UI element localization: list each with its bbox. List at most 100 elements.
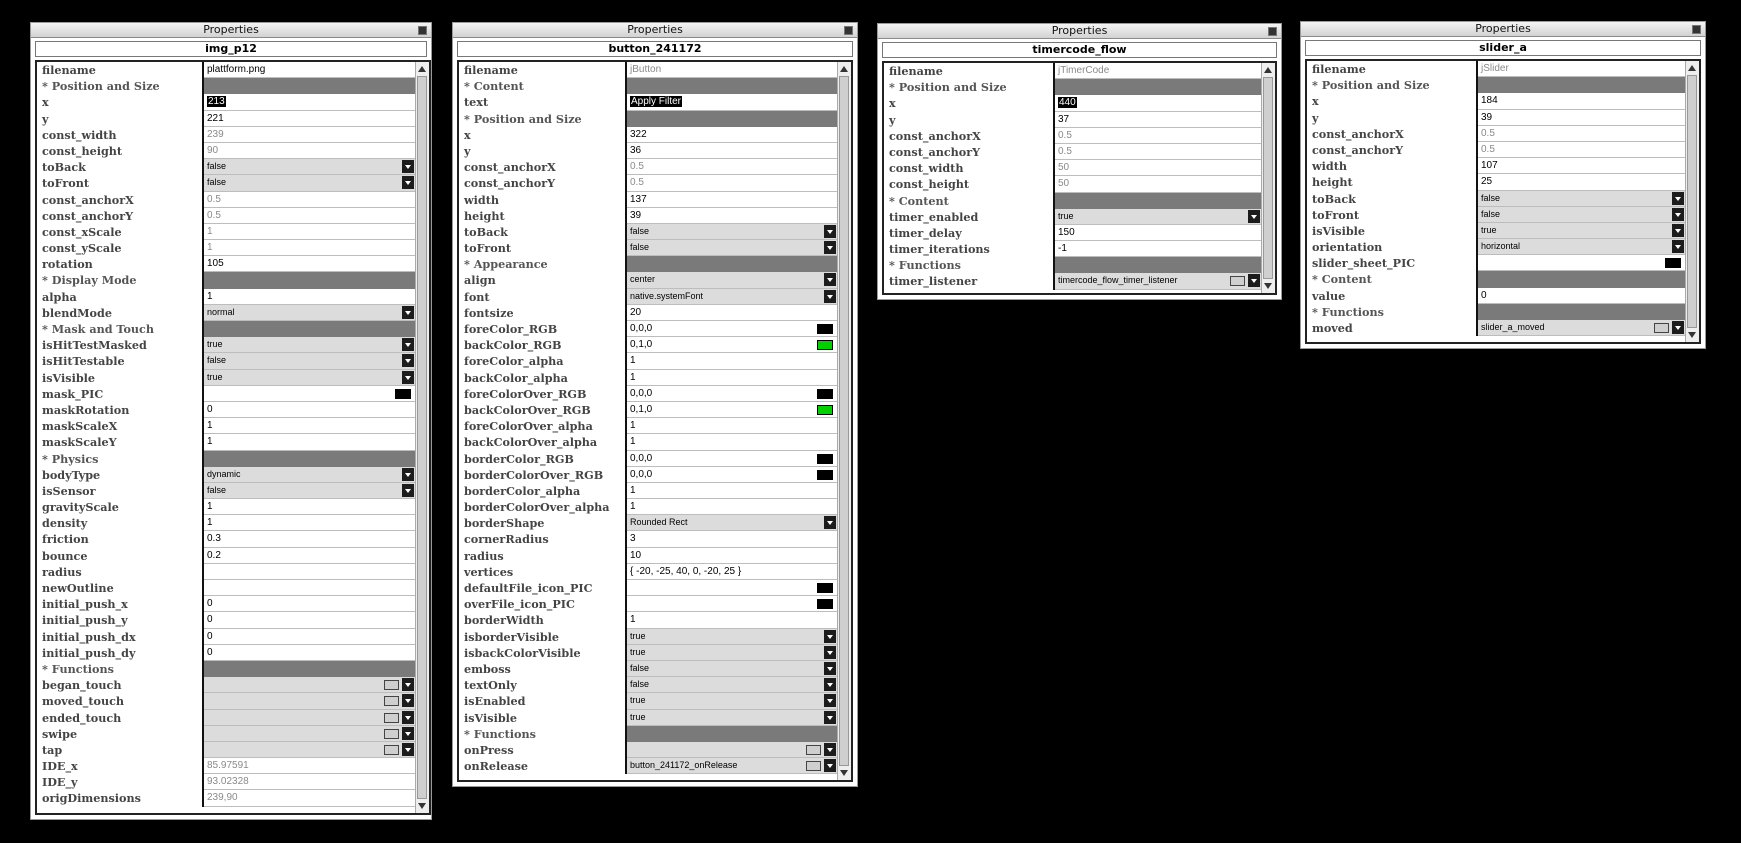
property-value-input[interactable]: Apply Filter <box>627 94 837 111</box>
property-value-input[interactable]: 36 <box>627 142 837 160</box>
color-swatch[interactable] <box>395 388 411 399</box>
dropdown-arrow-icon[interactable] <box>1248 274 1260 288</box>
function-dropdown[interactable] <box>204 725 415 742</box>
property-value-input[interactable]: 0 <box>204 628 415 645</box>
property-value-input[interactable]: 10 <box>627 547 837 564</box>
close-icon[interactable] <box>1268 27 1277 36</box>
color-value-field[interactable]: 0,0,0 <box>627 385 837 402</box>
property-dropdown[interactable]: false <box>627 223 837 241</box>
scroll-up-icon[interactable] <box>1264 67 1272 73</box>
property-dropdown[interactable]: false <box>627 660 837 678</box>
property-dropdown[interactable]: false <box>627 240 837 257</box>
dropdown-arrow-icon[interactable] <box>824 273 836 287</box>
color-swatch[interactable] <box>817 388 833 399</box>
dropdown-arrow-icon[interactable] <box>824 759 836 773</box>
property-value-input[interactable]: 107 <box>1478 158 1685 175</box>
property-dropdown[interactable]: horizontal <box>1478 239 1685 256</box>
dropdown-arrow-icon[interactable] <box>402 370 414 384</box>
close-icon[interactable] <box>844 26 853 35</box>
function-dropdown[interactable] <box>627 741 837 759</box>
dropdown-arrow-icon[interactable] <box>402 483 414 497</box>
dropdown-arrow-icon[interactable] <box>402 305 414 319</box>
scroll-up-icon[interactable] <box>418 66 426 72</box>
scroll-down-icon[interactable] <box>418 803 426 809</box>
color-swatch[interactable] <box>817 469 833 480</box>
scroll-down-icon[interactable] <box>1264 283 1272 289</box>
color-swatch[interactable] <box>1665 258 1681 269</box>
edit-function-icon[interactable] <box>384 696 399 707</box>
dropdown-arrow-icon[interactable] <box>824 516 836 530</box>
property-dropdown[interactable]: true <box>1055 208 1261 225</box>
color-value-field[interactable] <box>627 596 837 613</box>
property-value-input[interactable]: 322 <box>627 126 837 143</box>
scroll-thumb[interactable] <box>1687 75 1697 328</box>
property-value-input[interactable]: 105 <box>204 256 415 273</box>
property-value-input[interactable]: 1 <box>204 499 415 516</box>
property-dropdown[interactable]: true <box>627 628 837 645</box>
property-value-input[interactable]: 150 <box>1055 224 1261 242</box>
color-value-field[interactable] <box>627 580 837 597</box>
property-dropdown[interactable]: false <box>1478 206 1685 223</box>
property-dropdown[interactable]: false <box>627 677 837 694</box>
vertical-scrollbar[interactable] <box>1685 61 1699 342</box>
property-value-input[interactable]: 0 <box>204 401 415 419</box>
close-icon[interactable] <box>418 26 427 35</box>
property-value-input[interactable]: 1 <box>204 434 415 451</box>
property-dropdown[interactable]: false <box>204 159 415 176</box>
color-value-field[interactable] <box>1478 255 1685 272</box>
dropdown-arrow-icon[interactable] <box>824 645 836 659</box>
property-value-input[interactable]: plattform.png <box>204 62 415 79</box>
color-swatch[interactable] <box>817 404 833 415</box>
property-value-input[interactable]: 1 <box>627 418 837 435</box>
property-dropdown[interactable]: normal <box>204 304 415 321</box>
property-value-input[interactable] <box>204 580 415 597</box>
color-value-field[interactable]: 0,0,0 <box>627 450 837 467</box>
property-dropdown[interactable]: dynamic <box>204 466 415 483</box>
dropdown-arrow-icon[interactable] <box>824 224 836 238</box>
property-value-input[interactable]: 0 <box>1478 287 1685 304</box>
edit-function-icon[interactable] <box>1654 323 1669 333</box>
property-value-input[interactable]: 137 <box>627 191 837 208</box>
color-swatch[interactable] <box>817 340 833 351</box>
color-swatch[interactable] <box>817 599 833 610</box>
property-value-input[interactable]: 0 <box>204 644 415 661</box>
edit-function-icon[interactable] <box>1230 276 1245 287</box>
color-value-field[interactable]: 0,1,0 <box>627 401 837 419</box>
property-value-input[interactable]: 20 <box>627 304 837 321</box>
edit-function-icon[interactable] <box>384 712 399 723</box>
dropdown-arrow-icon[interactable] <box>1672 207 1684 221</box>
scroll-up-icon[interactable] <box>1688 65 1696 71</box>
property-dropdown[interactable]: native.systemFont <box>627 288 837 305</box>
property-value-input[interactable]: 3 <box>627 531 837 548</box>
vertical-scrollbar[interactable] <box>837 62 851 780</box>
scroll-thumb[interactable] <box>417 76 427 799</box>
dropdown-arrow-icon[interactable] <box>824 694 836 708</box>
property-dropdown[interactable]: true <box>204 369 415 386</box>
dropdown-arrow-icon[interactable] <box>1672 191 1684 205</box>
function-dropdown[interactable] <box>204 677 415 694</box>
dropdown-arrow-icon[interactable] <box>1248 209 1260 223</box>
property-value-input[interactable] <box>204 563 415 580</box>
property-dropdown[interactable]: false <box>204 482 415 500</box>
dropdown-arrow-icon[interactable] <box>402 678 414 692</box>
property-dropdown[interactable]: center <box>627 272 837 289</box>
property-value-input[interactable]: 39 <box>627 207 837 224</box>
property-dropdown[interactable]: true <box>627 709 837 726</box>
dropdown-arrow-icon[interactable] <box>824 289 836 303</box>
property-value-input[interactable]: 440 <box>1055 95 1261 112</box>
dropdown-arrow-icon[interactable] <box>402 176 414 190</box>
property-value-input[interactable]: 1 <box>627 369 837 386</box>
function-dropdown[interactable]: button_241172_onRelease <box>627 758 837 775</box>
color-swatch[interactable] <box>817 583 833 593</box>
scroll-down-icon[interactable] <box>1688 332 1696 338</box>
property-value-input[interactable]: 1 <box>204 515 415 532</box>
dropdown-arrow-icon[interactable] <box>824 678 836 692</box>
color-swatch[interactable] <box>817 453 833 464</box>
color-value-field[interactable]: 0,0,0 <box>627 466 837 483</box>
dropdown-arrow-icon[interactable] <box>402 726 414 740</box>
color-swatch[interactable] <box>817 324 833 334</box>
property-value-input[interactable]: 1 <box>627 353 837 370</box>
dropdown-arrow-icon[interactable] <box>824 629 836 643</box>
dropdown-arrow-icon[interactable] <box>1672 321 1684 334</box>
function-dropdown[interactable] <box>204 709 415 726</box>
